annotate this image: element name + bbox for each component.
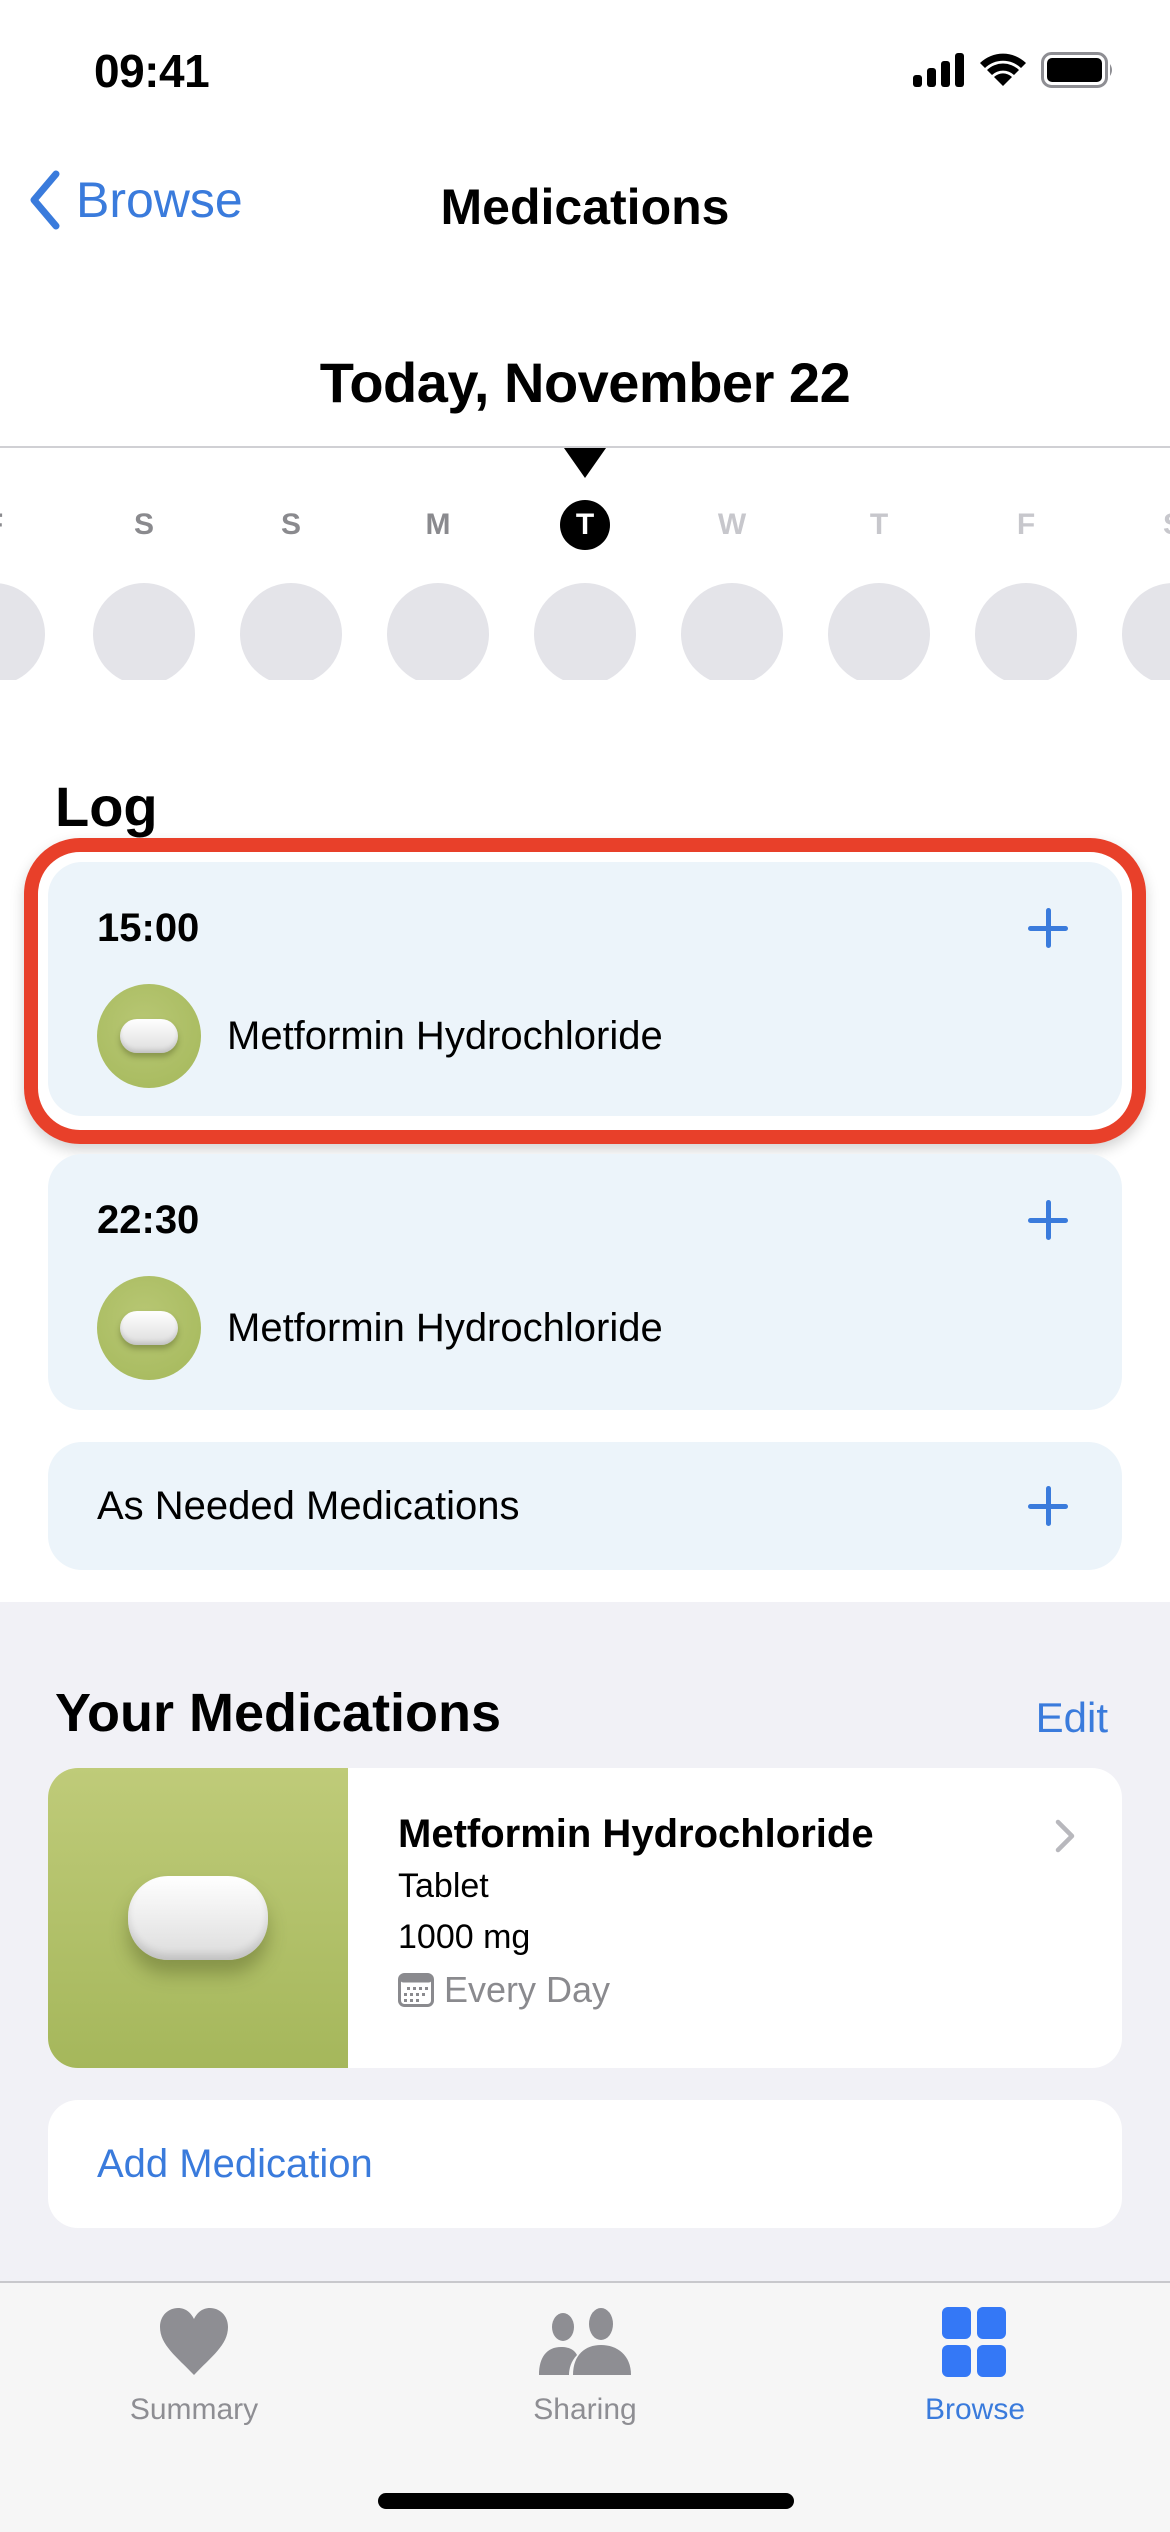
page-title: Medications — [440, 179, 730, 235]
date-title: Today, November 22 — [319, 351, 851, 414]
log-entry-time: 15:00 — [97, 906, 200, 950]
day-item[interactable]: T — [828, 500, 930, 680]
status-bar: 09:41 — [0, 0, 1170, 140]
as-needed-label: As Needed Medications — [97, 1484, 520, 1528]
status-icons — [913, 52, 1115, 88]
log-entry-card[interactable]: 22:30 Metformin Hydrochloride — [48, 1154, 1122, 1410]
grid-icon — [942, 2307, 1006, 2377]
day-item[interactable]: W — [681, 500, 783, 680]
pill-icon — [97, 1276, 201, 1380]
cellular-signal-icon — [913, 53, 964, 87]
heart-icon — [160, 2308, 228, 2375]
medication-name: Metformin Hydrochloride — [398, 1812, 874, 1856]
add-medication-label: Add Medication — [97, 2142, 373, 2186]
calendar-icon — [398, 1973, 434, 2007]
log-medication-row: Metformin Hydrochloride — [97, 1276, 663, 1380]
home-indicator[interactable] — [378, 2493, 794, 2509]
day-letter: T — [869, 508, 889, 541]
tab-label: Summary — [129, 2393, 259, 2426]
as-needed-card[interactable]: As Needed Medications — [48, 1442, 1122, 1570]
day-progress-ring — [0, 583, 45, 680]
people-icon — [539, 2308, 631, 2375]
log-as-needed-button[interactable] — [1028, 1486, 1068, 1526]
day-progress-ring — [1122, 583, 1170, 680]
chevron-right-icon — [1055, 1819, 1075, 1853]
tab-label: Browse — [924, 2393, 1026, 2426]
navigation-bar: Browse Medications — [0, 160, 1170, 260]
wifi-icon — [980, 53, 1026, 86]
tab-browse[interactable]: Browse — [845, 2307, 1105, 2427]
day-item[interactable]: S — [1122, 500, 1170, 680]
log-dose-button[interactable] — [1028, 908, 1068, 948]
tab-summary[interactable]: Summary — [64, 2307, 324, 2427]
day-item[interactable]: S — [240, 500, 342, 680]
day-letter: F — [1016, 508, 1036, 541]
day-progress-ring — [828, 583, 930, 680]
log-medication-row: Metformin Hydrochloride — [97, 984, 663, 1088]
medication-strength: 1000 mg — [398, 1918, 531, 1956]
day-letter: S — [1148, 500, 1170, 550]
your-medications-title: Your Medications — [55, 1683, 502, 1743]
day-item[interactable]: S — [93, 500, 195, 680]
edit-button[interactable]: Edit — [1036, 1694, 1108, 1742]
tab-label: Sharing — [533, 2393, 637, 2426]
day-progress-ring — [240, 583, 342, 680]
log-section-title: Log — [55, 775, 158, 838]
day-progress-ring — [534, 583, 636, 680]
log-medication-name: Metformin Hydrochloride — [227, 1013, 663, 1058]
your-medications-section: Your Medications Edit Metformin Hydrochl… — [0, 1602, 1170, 2282]
day-progress-ring — [387, 583, 489, 680]
medication-card[interactable]: Metformin Hydrochloride Tablet 1000 mg E… — [48, 1768, 1122, 2068]
day-progress-ring — [681, 583, 783, 680]
battery-icon — [1041, 52, 1112, 88]
medication-form: Tablet — [398, 1867, 489, 1905]
medication-schedule: Every Day — [398, 1969, 874, 2011]
day-item[interactable]: F — [975, 500, 1077, 680]
log-medication-name: Metformin Hydrochloride — [227, 1305, 663, 1350]
day-item-today[interactable]: T — [534, 500, 636, 680]
medication-schedule-label: Every Day — [444, 1969, 611, 2010]
status-time: 09:41 — [94, 45, 210, 97]
day-letter: S — [133, 508, 154, 541]
day-letter: W — [717, 508, 747, 541]
tab-sharing[interactable]: Sharing — [455, 2307, 715, 2427]
day-letter: F — [0, 500, 19, 550]
pill-icon — [48, 1768, 348, 2068]
add-medication-button[interactable]: Add Medication — [48, 2100, 1122, 2228]
day-item[interactable]: M — [387, 500, 489, 680]
day-progress-ring — [93, 583, 195, 680]
log-dose-button[interactable] — [1028, 1200, 1068, 1240]
today-pointer-icon — [564, 448, 606, 478]
day-item[interactable]: F — [0, 500, 45, 680]
day-progress-ring — [975, 583, 1077, 680]
pill-icon — [97, 984, 201, 1088]
log-entry-time: 22:30 — [97, 1198, 200, 1242]
day-letter: T — [560, 500, 610, 550]
medication-info: Metformin Hydrochloride Tablet 1000 mg E… — [398, 1812, 874, 2011]
day-letter: M — [425, 508, 451, 541]
week-strip[interactable]: F S S M T W T F S — [0, 500, 1170, 680]
day-letter: S — [280, 508, 301, 541]
log-entry-card[interactable]: 15:00 Metformin Hydrochloride — [48, 862, 1122, 1116]
